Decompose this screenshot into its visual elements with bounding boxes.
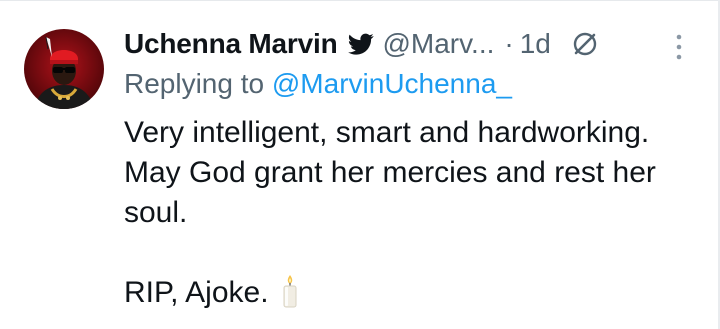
replying-to: Replying to @MarvinUchenna_ bbox=[124, 68, 512, 100]
candle-icon bbox=[281, 274, 299, 308]
grok-icon[interactable] bbox=[571, 30, 599, 58]
tweet-header: Uchenna Marvin @Marv... · 1d bbox=[124, 24, 599, 64]
author-name[interactable]: Uchenna Marvin bbox=[124, 28, 338, 60]
avatar[interactable] bbox=[24, 29, 104, 109]
tweet-text-paragraph-2: RIP, Ajoke. bbox=[124, 273, 694, 313]
author-handle[interactable]: @Marv... bbox=[382, 28, 494, 60]
avatar-image bbox=[24, 29, 104, 109]
tweet-text-paragraph-1: Very intelligent, smart and hardworking.… bbox=[124, 116, 656, 229]
divider bbox=[0, 0, 720, 1]
tweet-text-rip: RIP, Ajoke. bbox=[124, 276, 269, 309]
tweet-body: Very intelligent, smart and hardworking.… bbox=[124, 113, 694, 313]
timestamp[interactable]: 1d bbox=[520, 28, 551, 60]
more-vertical-icon[interactable] bbox=[672, 32, 686, 62]
replying-to-label: Replying to bbox=[124, 68, 272, 99]
replying-to-mention-link[interactable]: @MarvinUchenna_ bbox=[272, 68, 512, 99]
separator-dot: · bbox=[504, 28, 514, 59]
tweet-reply-card[interactable]: Uchenna Marvin @Marv... · 1d Replying to… bbox=[0, 0, 720, 329]
twitter-bird-icon bbox=[347, 31, 375, 58]
